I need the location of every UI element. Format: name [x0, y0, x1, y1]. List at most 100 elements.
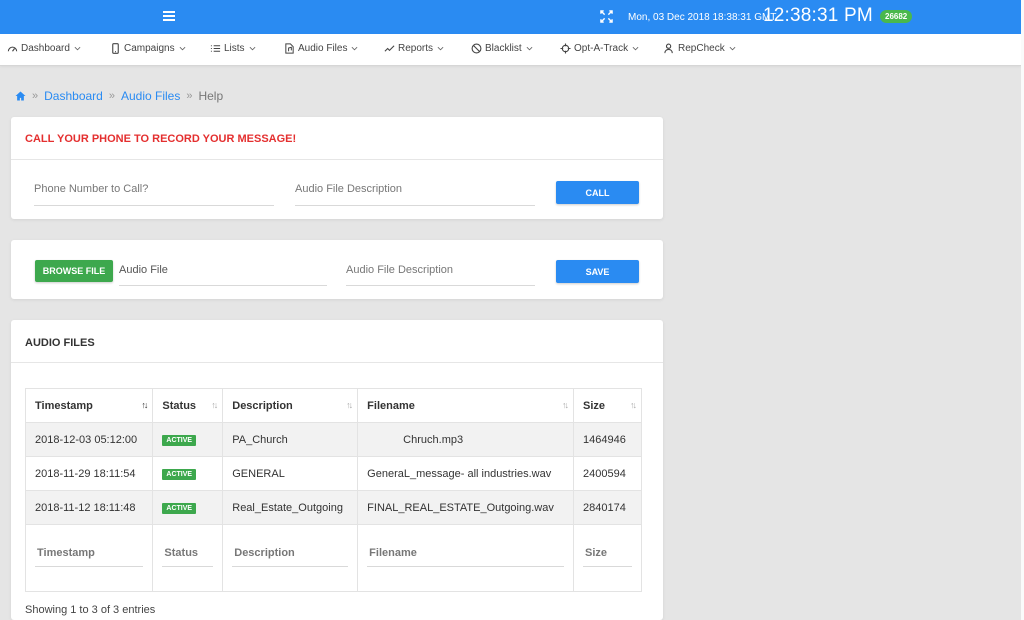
nav-audio-files[interactable]: Audio Files — [284, 43, 358, 54]
cell-timestamp: 2018-11-29 18:11:54 — [24, 456, 154, 491]
dashboard-gauge-icon — [7, 46, 18, 52]
table-row[interactable]: 2018-11-12 18:11:48 ACTIVE Real_Estate_O… — [24, 490, 642, 525]
chevron-down-icon — [352, 46, 358, 51]
nav-reports-label: Reports — [398, 43, 434, 54]
user-check-icon — [664, 43, 673, 54]
breadcrumb-dashboard-link[interactable]: Dashboard — [44, 89, 103, 103]
cell-size: 2840174 — [573, 490, 642, 525]
nav-repcheck-label: RepCheck — [678, 43, 725, 54]
call-button[interactable]: CALL — [556, 181, 639, 204]
cell-description: PA_Church — [222, 422, 359, 457]
upload-description-input[interactable]: Audio File Description — [346, 262, 535, 286]
header-clock: 12:38:31 PM — [763, 5, 873, 26]
breadcrumb-separator: » — [108, 90, 115, 102]
nav-campaigns[interactable]: Campaigns — [110, 43, 186, 54]
status-badge: ACTIVE — [162, 435, 197, 446]
column-header-description[interactable]: Description ↑↓ — [222, 388, 359, 423]
column-header-filename[interactable]: Filename ↑↓ — [357, 388, 575, 423]
filter-filename-input[interactable]: Filename — [367, 547, 565, 567]
entries-info: Showing 1 to 3 of 3 entries — [25, 604, 156, 616]
nav-opt-a-track[interactable]: Opt-A-Track — [560, 43, 639, 54]
audio-files-title: AUDIO FILES — [25, 337, 95, 349]
audio-file-icon — [285, 43, 294, 54]
sort-icon: ↑↓ — [211, 400, 218, 410]
card-divider — [11, 362, 663, 363]
sort-icon: ↑↓ — [630, 400, 637, 410]
cell-timestamp: 2018-11-12 18:11:48 — [24, 490, 154, 525]
cell-size: 1464946 — [573, 422, 642, 457]
nav-opt-a-track-label: Opt-A-Track — [574, 43, 629, 54]
cell-description: GENERAL — [222, 456, 359, 491]
card-divider — [11, 159, 663, 160]
nav-audio-files-label: Audio Files — [298, 43, 348, 54]
nav-lists-label: Lists — [224, 43, 245, 54]
status-badge: ACTIVE — [162, 469, 197, 480]
breadcrumb-separator: » — [186, 90, 193, 102]
filter-size-input[interactable]: Size — [583, 547, 632, 567]
filter-description-input[interactable]: Description — [232, 547, 349, 567]
ban-icon — [471, 43, 482, 54]
main-nav: Dashboard Campaigns Lists Audio Files Re… — [0, 34, 1021, 66]
chevron-down-icon — [74, 46, 81, 51]
audio-files-card: AUDIO FILES Timestamp ↑↓ Status ↑↓ Descrip… — [11, 320, 663, 620]
nav-dashboard-label: Dashboard — [21, 43, 70, 54]
cell-status: ACTIVE — [152, 456, 224, 491]
home-icon[interactable] — [15, 91, 26, 101]
chevron-down-icon — [632, 46, 639, 51]
nav-reports[interactable]: Reports — [384, 43, 444, 54]
sort-icon: ↑↓ — [141, 400, 148, 410]
breadcrumb-separator: » — [32, 90, 39, 102]
breadcrumb-audio-files-link[interactable]: Audio Files — [121, 89, 180, 103]
header-date: Mon, 03 Dec 2018 18:38:31 GMT — [628, 12, 777, 23]
chevron-down-icon — [437, 46, 444, 51]
cell-status: ACTIVE — [152, 490, 224, 525]
chevron-down-icon — [729, 46, 736, 51]
nav-lists[interactable]: Lists — [210, 43, 256, 54]
table-row[interactable]: 2018-12-03 05:12:00 ACTIVE PA_Church Chr… — [24, 422, 642, 457]
cell-description: Real_Estate_Outgoing — [222, 490, 359, 525]
audio-file-input[interactable]: Audio File — [119, 262, 327, 286]
column-header-size[interactable]: Size ↑↓ — [573, 388, 642, 423]
cell-size: 2400594 — [573, 456, 642, 491]
table-row[interactable]: 2018-11-29 18:11:54 ACTIVE GENERAL Gener… — [24, 456, 642, 491]
cell-filename: GeneraL_message- all industries.wav — [357, 456, 575, 491]
cell-timestamp: 2018-12-03 05:12:00 — [24, 422, 154, 457]
filter-status-input[interactable]: Status — [162, 547, 214, 567]
sort-icon: ↑↓ — [562, 400, 569, 410]
line-chart-icon — [384, 45, 395, 52]
notification-badge[interactable]: 26682 — [880, 10, 913, 23]
nav-blacklist-label: Blacklist — [485, 43, 522, 54]
call-record-card: CALL YOUR PHONE TO RECORD YOUR MESSAGE! … — [11, 117, 663, 219]
list-icon — [210, 45, 221, 52]
mobile-phone-icon — [112, 43, 119, 54]
hamburger-menu-icon[interactable] — [163, 11, 175, 21]
breadcrumb: » Dashboard » Audio Files » Help — [15, 89, 223, 103]
status-badge: ACTIVE — [162, 503, 197, 514]
cell-filename: FINAL_REAL_ESTATE_Outgoing.wav — [357, 490, 575, 525]
chevron-down-icon — [249, 46, 255, 51]
call-description-input[interactable]: Audio File Description — [295, 181, 535, 206]
fullscreen-icon[interactable] — [600, 10, 613, 23]
upload-card: BROWSE FILE Audio File Audio File Descri… — [11, 240, 663, 299]
top-bar: Mon, 03 Dec 2018 18:38:31 GMT 12:38:31 P… — [0, 0, 1021, 34]
cell-status: ACTIVE — [152, 422, 224, 457]
browse-file-button[interactable]: BROWSE FILE — [35, 260, 113, 282]
column-header-timestamp[interactable]: Timestamp ↑↓ — [24, 388, 154, 423]
nav-campaigns-label: Campaigns — [124, 43, 175, 54]
filter-timestamp-input[interactable]: Timestamp — [35, 547, 144, 567]
nav-dashboard[interactable]: Dashboard — [7, 43, 81, 54]
cell-filename: Chruch.mp3 — [357, 422, 575, 457]
phone-number-input[interactable]: Phone Number to Call? — [34, 181, 274, 206]
nav-blacklist[interactable]: Blacklist — [471, 43, 533, 54]
call-card-title: CALL YOUR PHONE TO RECORD YOUR MESSAGE! — [25, 133, 297, 145]
breadcrumb-current: Help — [198, 89, 224, 103]
column-header-status[interactable]: Status ↑↓ — [152, 388, 224, 423]
chevron-down-icon — [179, 46, 186, 51]
filter-row: Timestamp Status Description Filename Si… — [24, 524, 642, 592]
nav-repcheck[interactable]: RepCheck — [664, 43, 736, 54]
audio-files-table: Timestamp ↑↓ Status ↑↓ Description ↑↓ Filen… — [24, 388, 642, 592]
chevron-down-icon — [526, 46, 533, 51]
save-button[interactable]: SAVE — [556, 260, 639, 283]
sort-icon: ↑↓ — [346, 400, 353, 410]
crosshair-icon — [560, 43, 571, 54]
